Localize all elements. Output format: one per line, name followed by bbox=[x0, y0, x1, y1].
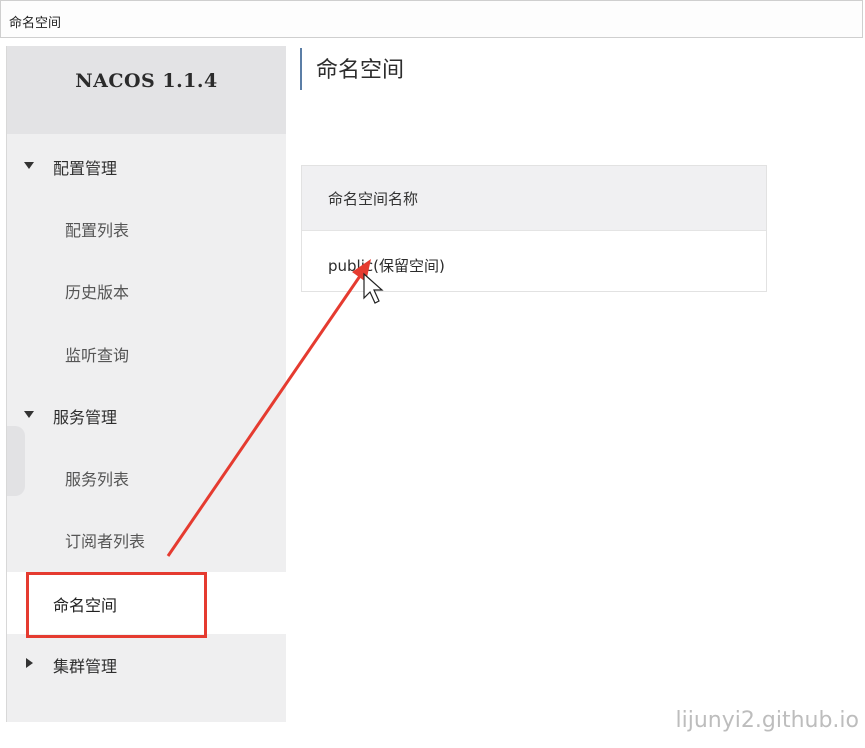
sidebar-group-label: 集群管理 bbox=[53, 657, 118, 676]
sidebar-group-cluster[interactable]: 集群管理 bbox=[7, 642, 286, 686]
window-title-bar: 命名空间 bbox=[0, 0, 863, 38]
sidebar-group-config[interactable]: 配置管理 bbox=[7, 144, 286, 188]
logo-area: NACOS 1.1.4 bbox=[7, 46, 286, 134]
namespace-name-cell: public(保留空间) bbox=[328, 257, 445, 275]
title-accent-bar bbox=[300, 48, 302, 90]
sidebar-item-label: 历史版本 bbox=[65, 283, 130, 302]
table-row[interactable]: public(保留空间) bbox=[302, 231, 766, 291]
sidebar-item-label: 服务列表 bbox=[65, 470, 130, 489]
sidebar-scroll-handle[interactable] bbox=[7, 426, 25, 496]
sidebar-item-namespace[interactable]: 命名空间 bbox=[7, 572, 286, 634]
sidebar-item-config-list[interactable]: 配置列表 bbox=[7, 206, 286, 250]
sidebar-item-history[interactable]: 历史版本 bbox=[7, 268, 286, 312]
caret-down-icon bbox=[24, 162, 34, 169]
sidebar-group-label: 服务管理 bbox=[53, 408, 118, 427]
namespace-table: 命名空间名称 public(保留空间) bbox=[301, 165, 767, 292]
caret-right-icon bbox=[26, 658, 33, 668]
page: 命名空间 NACOS 1.1.4 配置管理 配置列表 历史版本 监听查询 服务管… bbox=[0, 0, 865, 748]
window-title: 命名空间 bbox=[9, 16, 62, 31]
nacos-logo: NACOS 1.1.4 bbox=[75, 70, 218, 92]
sidebar-group-label: 配置管理 bbox=[53, 159, 118, 178]
sidebar-item-label: 订阅者列表 bbox=[65, 532, 146, 551]
sidebar: NACOS 1.1.4 配置管理 配置列表 历史版本 监听查询 服务管理 服务列… bbox=[6, 46, 286, 722]
table-header: 命名空间名称 bbox=[302, 166, 766, 231]
column-header-namespace-name: 命名空间名称 bbox=[328, 190, 419, 208]
sidebar-item-subscriber-list[interactable]: 订阅者列表 bbox=[7, 517, 286, 561]
sidebar-item-label: 配置列表 bbox=[65, 221, 130, 240]
watermark: lijunyi2.github.io bbox=[675, 708, 859, 733]
sidebar-group-service[interactable]: 服务管理 bbox=[7, 393, 286, 437]
page-title: 命名空间 bbox=[316, 58, 405, 83]
sidebar-item-service-list[interactable]: 服务列表 bbox=[7, 455, 286, 499]
sidebar-item-label: 命名空间 bbox=[53, 596, 118, 615]
sidebar-item-label: 监听查询 bbox=[65, 346, 130, 365]
caret-down-icon bbox=[24, 411, 34, 418]
sidebar-item-listener-query[interactable]: 监听查询 bbox=[7, 331, 286, 375]
